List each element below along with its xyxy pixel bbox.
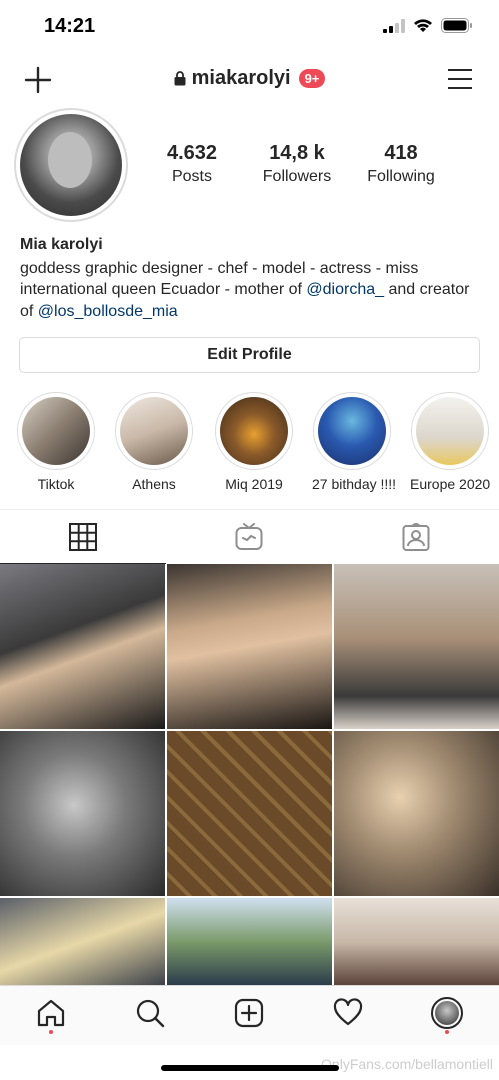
- highlight-27-bithday[interactable]: 27 bithday !!!!: [312, 392, 397, 492]
- lock-icon: [174, 71, 186, 86]
- post-thumbnail[interactable]: [167, 731, 332, 896]
- nav-new-post[interactable]: [232, 996, 266, 1030]
- post-thumbnail[interactable]: [0, 731, 165, 896]
- notification-badge: 9+: [298, 69, 326, 88]
- tab-tagged[interactable]: [333, 510, 499, 564]
- profile-tabs: [0, 509, 499, 564]
- status-time: 14:21: [44, 15, 96, 37]
- post-thumbnail[interactable]: [334, 731, 499, 896]
- highlight-tiktok[interactable]: Tiktok: [16, 392, 96, 492]
- stat-following-label: Following: [367, 168, 435, 185]
- battery-icon: [441, 18, 472, 33]
- post-thumbnail[interactable]: [334, 564, 499, 729]
- profile-name: Mia karolyi: [20, 236, 103, 253]
- stat-following-value: 418: [384, 142, 418, 164]
- tagged-person-icon: [402, 523, 430, 551]
- igtv-icon: [235, 523, 263, 550]
- status-bar: 14:21: [0, 0, 499, 52]
- home-indicator: [161, 1065, 339, 1071]
- story-highlights: Tiktok Athens Miq 2019 27 bithday !!!! E…: [0, 392, 499, 492]
- wifi-icon: [414, 19, 432, 32]
- top-nav: miakarolyi 9+: [0, 58, 499, 102]
- profile-header: 4.632 Posts 14,8 k Followers 418 Followi…: [0, 106, 499, 226]
- stat-followers-label: Followers: [262, 168, 332, 185]
- profile-avatar[interactable]: [14, 108, 128, 222]
- avatar-face: [48, 132, 92, 188]
- highlight-thumbnail: [220, 397, 288, 465]
- hamburger-menu-icon[interactable]: [447, 68, 473, 90]
- avatar-image: [20, 114, 122, 216]
- highlight-label: Europe 2020: [410, 476, 491, 492]
- account-switcher[interactable]: miakarolyi 9+: [0, 67, 499, 90]
- nav-username: miakarolyi: [191, 67, 291, 89]
- search-icon: [136, 999, 165, 1028]
- profile-bio: Mia karolyi goddess graphic designer - c…: [20, 234, 482, 322]
- highlight-thumbnail: [416, 397, 484, 465]
- highlight-label: Tiktok: [37, 476, 75, 492]
- home-icon: [37, 999, 65, 1027]
- grid-icon: [69, 522, 97, 551]
- signal-icon: [383, 18, 405, 33]
- home-activity-dot: [49, 1030, 53, 1034]
- post-thumbnail[interactable]: [167, 898, 332, 986]
- stat-posts-label: Posts: [171, 168, 212, 185]
- highlight-label: 27 bithday !!!!: [312, 476, 397, 492]
- tab-igtv[interactable]: [166, 510, 332, 564]
- highlight-label: Athens: [132, 476, 176, 492]
- bio-mention-diorcha[interactable]: @diorcha_: [306, 281, 384, 298]
- highlight-ring: [215, 392, 293, 470]
- highlight-ring: [115, 392, 193, 470]
- tab-posts-grid[interactable]: [0, 510, 166, 564]
- watermark: OnlyFans.com/bellamontiell: [321, 1056, 493, 1072]
- bio-mention-los-bollosde-mia[interactable]: @los_bollosde_mia: [38, 303, 178, 320]
- highlight-ring: [17, 392, 95, 470]
- stat-followers-value: 14,8 k: [269, 142, 325, 164]
- post-thumbnail[interactable]: [167, 564, 332, 729]
- edit-profile-button[interactable]: Edit Profile: [19, 337, 480, 373]
- post-thumbnail[interactable]: [0, 898, 165, 986]
- profile-avatar-small: [431, 997, 463, 1029]
- add-post-icon: [234, 998, 264, 1028]
- highlight-ring: [313, 392, 391, 470]
- highlight-thumbnail: [318, 397, 386, 465]
- highlight-ring: [411, 392, 489, 470]
- highlight-label: Miq 2019: [225, 476, 283, 492]
- highlight-miq-2019[interactable]: Miq 2019: [214, 392, 294, 492]
- highlight-thumbnail: [22, 397, 90, 465]
- highlight-athens[interactable]: Athens: [114, 392, 194, 492]
- stat-following[interactable]: 418 Following: [356, 142, 446, 186]
- highlight-europe-2020[interactable]: Europe 2020: [410, 392, 490, 492]
- profile-stats: 4.632 Posts 14,8 k Followers 418 Followi…: [150, 142, 446, 186]
- bottom-nav: [0, 985, 499, 1045]
- stat-followers[interactable]: 14,8 k Followers: [242, 142, 352, 186]
- nav-profile[interactable]: [430, 996, 464, 1030]
- bio-text: goddess graphic designer - chef - model …: [20, 258, 482, 323]
- heart-icon: [333, 998, 363, 1026]
- stat-posts[interactable]: 4.632 Posts: [150, 142, 234, 186]
- post-thumbnail[interactable]: [0, 564, 165, 729]
- nav-home[interactable]: [34, 996, 68, 1030]
- status-icons: [383, 18, 473, 33]
- stat-posts-value: 4.632: [166, 142, 218, 164]
- post-thumbnail[interactable]: [334, 898, 499, 986]
- nav-activity[interactable]: [331, 996, 365, 1030]
- profile-activity-dot: [445, 1030, 449, 1034]
- nav-search[interactable]: [133, 996, 167, 1030]
- highlight-thumbnail: [120, 397, 188, 465]
